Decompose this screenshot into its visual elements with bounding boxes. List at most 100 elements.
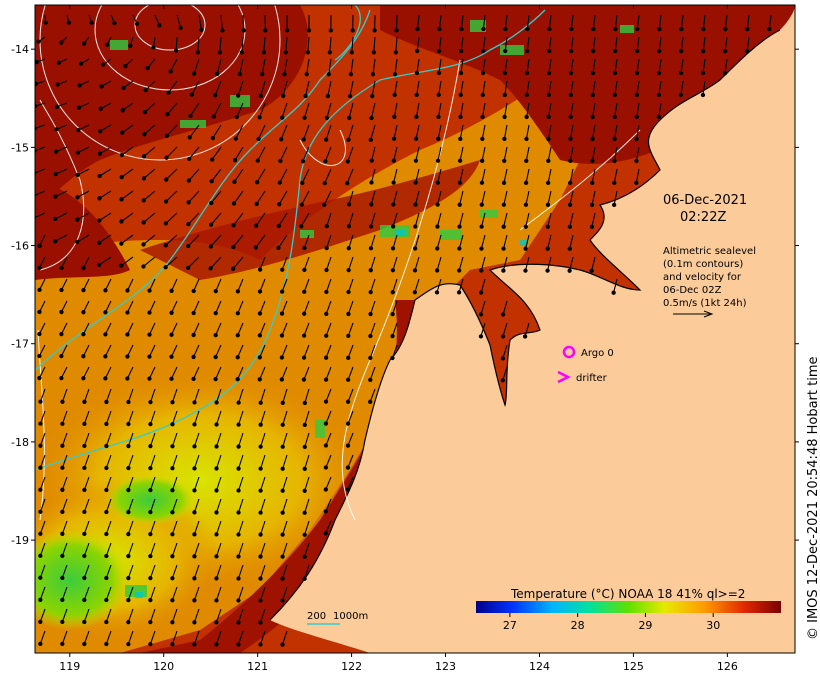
velocity-arrow-head bbox=[126, 619, 131, 625]
velocity-arrow-head bbox=[128, 43, 133, 48]
velocity-arrow-head bbox=[546, 180, 551, 185]
velocity-arrow-head bbox=[97, 218, 102, 223]
velocity-arrow-head bbox=[147, 376, 152, 381]
velocity-arrow-head bbox=[745, 48, 750, 54]
velocity-arrow-head bbox=[101, 62, 106, 67]
velocity-arrow-head bbox=[125, 332, 130, 337]
velocity-arrow-head bbox=[77, 83, 82, 88]
velocity-arrow-head bbox=[126, 597, 131, 603]
velocity-arrow-head bbox=[280, 576, 285, 581]
colorbar-tick-label: 30 bbox=[706, 619, 720, 632]
velocity-arrow-head bbox=[82, 465, 87, 471]
velocity-arrow-head bbox=[232, 179, 237, 184]
drifter-label: drifter bbox=[576, 373, 608, 384]
velocity-arrow-head bbox=[524, 114, 529, 120]
velocity-arrow-head bbox=[36, 39, 41, 44]
colorbar-tick-label: 28 bbox=[571, 619, 585, 632]
velocity-arrow-head bbox=[104, 421, 109, 427]
velocity-arrow-head bbox=[279, 289, 285, 294]
velocity-arrow-head bbox=[346, 202, 352, 207]
velocity-arrow-head bbox=[436, 136, 441, 141]
velocity-arrow-head bbox=[611, 290, 616, 295]
velocity-arrow-head bbox=[591, 26, 596, 32]
velocity-arrow-head bbox=[192, 554, 197, 559]
velocity-arrow-head bbox=[523, 224, 528, 229]
velocity-arrow-head bbox=[254, 223, 259, 228]
velocity-arrow-head bbox=[170, 510, 175, 515]
velocity-arrow-head bbox=[350, 28, 355, 33]
velocity-arrow-head bbox=[611, 202, 617, 208]
velocity-arrow-head bbox=[81, 332, 86, 337]
velocity-arrow-head bbox=[214, 554, 219, 559]
velocity-arrow-head bbox=[302, 488, 307, 493]
velocity-arrow-head bbox=[231, 223, 236, 228]
velocity-arrow-head bbox=[524, 70, 530, 76]
velocity-arrow-head bbox=[163, 265, 168, 270]
velocity-arrow-head bbox=[163, 221, 169, 226]
velocity-arrow-head bbox=[567, 246, 572, 251]
velocity-arrow-head bbox=[302, 267, 307, 273]
velocity-arrow-head bbox=[208, 222, 214, 227]
sst-map: 119 120 121 122 123 124 125 126 -14 -15 -16 -17 -18… bbox=[11, 4, 799, 673]
velocity-arrow-head bbox=[119, 197, 124, 202]
velocity-arrow-head bbox=[323, 443, 329, 448]
velocity-arrow-head bbox=[241, 28, 246, 33]
velocity-arrow-head bbox=[368, 377, 373, 383]
note-line-3: and velocity for bbox=[663, 272, 742, 283]
velocity-arrow-head bbox=[209, 200, 214, 206]
velocity-arrow-head bbox=[104, 597, 109, 603]
velocity-arrow-head bbox=[279, 137, 284, 142]
velocity-arrow-head bbox=[213, 354, 218, 360]
velocity-arrow-head bbox=[120, 130, 125, 135]
velocity-arrow-head bbox=[210, 157, 215, 162]
velocity-arrow-head bbox=[60, 465, 65, 470]
velocity-arrow-head bbox=[126, 641, 131, 647]
velocity-arrow-head bbox=[148, 554, 153, 559]
velocity-arrow-head bbox=[237, 71, 243, 77]
y-tick-label: -19 bbox=[11, 534, 29, 547]
velocity-arrow-head bbox=[81, 376, 86, 381]
velocity-arrow-head bbox=[569, 48, 574, 54]
velocity-arrow-head bbox=[745, 26, 750, 32]
velocity-arrow-head bbox=[568, 180, 573, 186]
velocity-arrow-head bbox=[186, 178, 192, 183]
velocity-arrow-head bbox=[369, 180, 374, 185]
velocity-arrow-head bbox=[260, 72, 265, 77]
velocity-arrow-head bbox=[119, 263, 124, 268]
velocity-arrow-head bbox=[457, 158, 463, 163]
velocity-arrow-head bbox=[103, 376, 108, 381]
velocity-arrow-head bbox=[700, 70, 706, 76]
isobath-200-label: 200 bbox=[307, 611, 326, 622]
velocity-arrow-head bbox=[258, 510, 263, 515]
velocity-arrow-head bbox=[502, 136, 507, 142]
velocity-arrow-head bbox=[231, 244, 236, 250]
velocity-arrow-head bbox=[141, 220, 146, 225]
velocity-arrow-head bbox=[104, 465, 109, 471]
velocity-arrow-head bbox=[59, 331, 64, 337]
velocity-arrow-head bbox=[346, 224, 352, 229]
velocity-arrow-head bbox=[414, 70, 420, 76]
velocity-arrow-head bbox=[305, 50, 310, 55]
velocity-arrow-head bbox=[213, 310, 218, 316]
velocity-arrow-head bbox=[701, 26, 706, 32]
velocity-arrow-head bbox=[258, 532, 263, 537]
velocity-arrow-head bbox=[55, 82, 60, 87]
velocity-arrow-head bbox=[436, 92, 441, 98]
velocity-arrow-head bbox=[435, 246, 440, 251]
velocity-arrow-head bbox=[38, 465, 43, 470]
velocity-arrow-head bbox=[236, 576, 241, 581]
velocity-arrow-head bbox=[173, 48, 179, 53]
velocity-arrow-head bbox=[53, 149, 59, 154]
velocity-arrow-head bbox=[522, 334, 528, 339]
velocity-arrow-head bbox=[327, 50, 332, 55]
velocity-arrow-head bbox=[323, 465, 329, 470]
velocity-arrow-head bbox=[81, 265, 86, 271]
velocity-arrow-head bbox=[458, 70, 464, 76]
velocity-arrow-head bbox=[436, 70, 442, 76]
velocity-arrow-head bbox=[480, 70, 486, 76]
velocity-arrow-head bbox=[81, 354, 86, 359]
velocity-arrow-head bbox=[257, 115, 262, 120]
velocity-arrow-head bbox=[214, 642, 219, 647]
velocity-arrow-head bbox=[368, 333, 373, 339]
x-tick-label: 126 bbox=[717, 660, 738, 673]
